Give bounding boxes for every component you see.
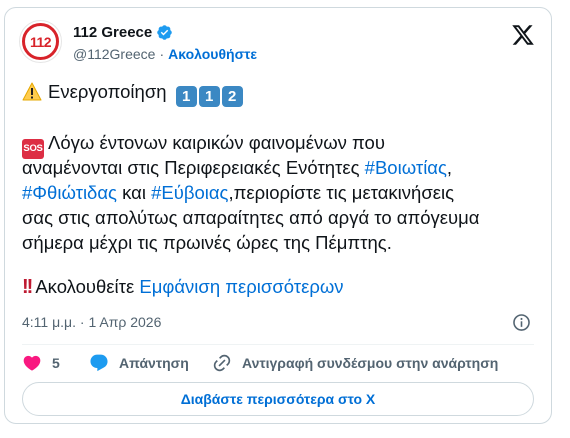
activation-text: Ενεργοποίηση xyxy=(48,81,167,102)
handle-separator: · xyxy=(159,46,165,62)
x-logo-icon[interactable] xyxy=(511,23,535,47)
author-handle-row: @112Greece · Ακολουθήστε xyxy=(73,46,257,62)
heart-icon xyxy=(23,355,41,371)
reply-bubble-icon xyxy=(90,354,108,372)
divider xyxy=(22,344,534,345)
info-icon[interactable] xyxy=(512,313,531,332)
hashtag-evoias-link[interactable]: #Εύβοιας xyxy=(151,182,228,203)
body-text: σας στις απολύτως απαραίτητες από αργά τ… xyxy=(22,207,480,228)
reply-button[interactable]: Απάντηση xyxy=(89,353,189,373)
embedded-post-card: 112 112 Greece @112Greece · Ακολουθήστε … xyxy=(4,7,552,424)
body-text: και xyxy=(116,182,152,203)
link-icon xyxy=(213,354,231,372)
show-more-link[interactable]: Εμφάνιση περισσότερων xyxy=(139,276,343,297)
hashtag-boiotias-link[interactable]: #Βοιωτίας xyxy=(365,157,447,178)
tweet-last-line: !! Ακολουθείτε Εμφάνιση περισσότερων xyxy=(22,275,344,299)
hashtag-fthiotidas-link[interactable]: #Φθιώτιδας xyxy=(22,182,117,203)
post-timestamp[interactable]: 4:11 μ.μ. · 1 Απρ 2026 xyxy=(22,314,161,330)
digit-1-icon: 1 xyxy=(175,86,197,107)
follow-link[interactable]: Ακολουθήστε xyxy=(168,46,257,62)
author-name-row: 112 Greece xyxy=(73,24,173,41)
body-text: , xyxy=(446,157,453,178)
body-text: Ακολουθείτε xyxy=(35,276,135,297)
tweet-body-line: SOS Λόγω έντονων καιρικών φαινομένων που xyxy=(22,131,385,159)
verified-badge-icon xyxy=(157,25,173,40)
avatar-text: 112 xyxy=(29,33,52,50)
tweet-body-line: αναμένονται στις Περιφερειακές Ενότητες … xyxy=(22,156,452,180)
author-display-name[interactable]: 112 Greece xyxy=(73,24,152,41)
read-more-button[interactable]: Διαβάστε περισσότερα στο X xyxy=(22,382,534,416)
reply-label: Απάντηση xyxy=(119,355,189,371)
copy-link-button[interactable]: Αντιγραφή συνδέσμου στην ανάρτηση xyxy=(212,353,498,373)
body-text: σήμερα μέχρι τις πρωινές ώρες της Πέμπτη… xyxy=(22,232,392,253)
copy-link-label: Αντιγραφή συνδέσμου στην ανάρτηση xyxy=(242,355,499,371)
digit-2-icon: 2 xyxy=(221,86,243,107)
avatar-logo: 112 xyxy=(22,23,59,60)
double-exclamation-icon: !! xyxy=(22,276,33,298)
digit-1-icon: 1 xyxy=(198,86,220,107)
body-text: ,περιορίστε τις μετακινήσεις xyxy=(228,182,455,203)
tweet-body-line: σας στις απολύτως απαραίτητες από αργά τ… xyxy=(22,206,479,230)
tweet-line-activation: Ενεργοποίηση 112 xyxy=(22,80,245,107)
author-handle[interactable]: @112Greece xyxy=(73,46,155,62)
like-count: 5 xyxy=(52,355,60,371)
avatar[interactable]: 112 xyxy=(19,20,62,63)
body-text: Λόγω έντονων καιρικών φαινομένων που xyxy=(48,132,385,153)
tweet-body-line: σήμερα μέχρι τις πρωινές ώρες της Πέμπτη… xyxy=(22,231,392,255)
warning-icon xyxy=(22,82,42,101)
body-text: αναμένονται στις Περιφερειακές Ενότητες xyxy=(22,157,365,178)
like-button[interactable]: 5 xyxy=(22,353,60,373)
tweet-body-line: #Φθιώτιδας και #Εύβοιας,περιορίστε τις μ… xyxy=(22,181,454,205)
